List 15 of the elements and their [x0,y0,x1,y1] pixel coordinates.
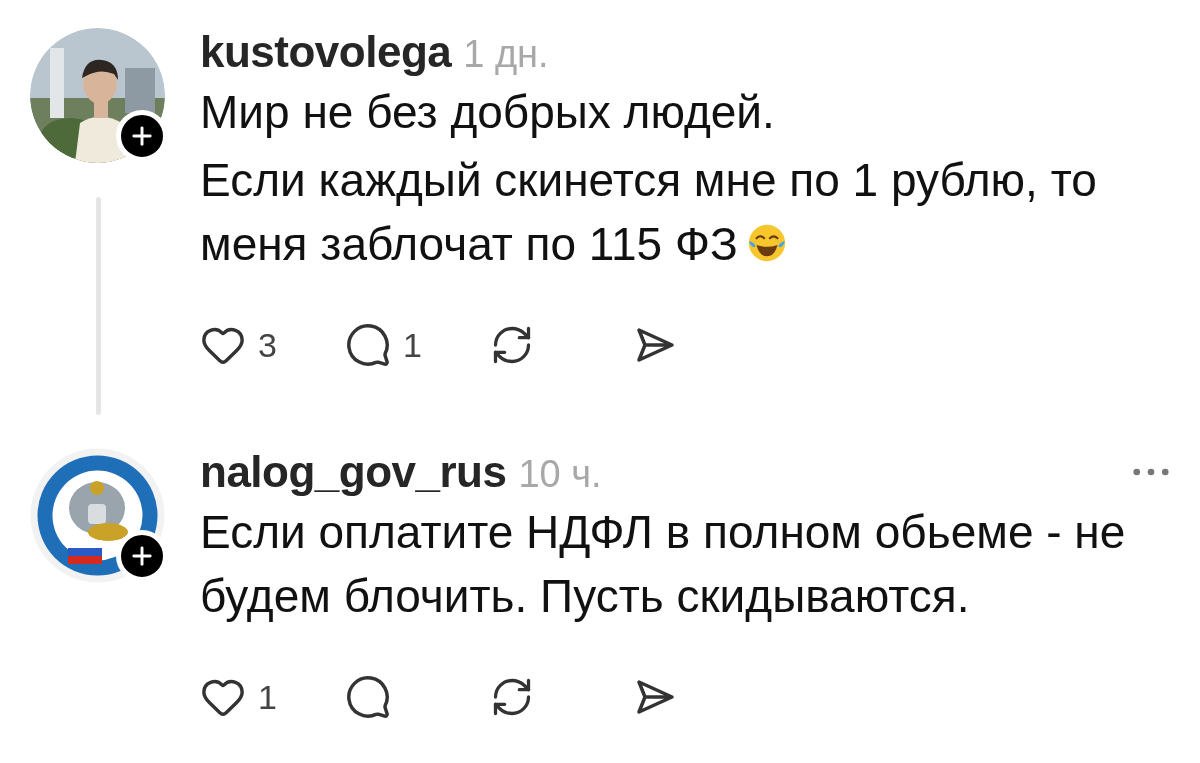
comment-icon[interactable] [345,322,391,368]
comment-text: Мир не без добрых людей. [200,85,776,140]
comment-text: Если оплатите НДФЛ в полном обьеме - не будем блочить. Пусть скидываются. [200,505,1127,624]
like-count: 1 [258,676,277,718]
send-icon[interactable] [635,679,675,715]
comment-text: Если каждый скинется мне по 1 рублю, то меня заблочат по 115 ФЗ [200,153,1098,272]
reply-count: 1 [403,324,422,366]
timestamp: 1 дн. [463,32,549,76]
like-count: 3 [258,324,277,366]
username[interactable]: kustovolega [200,30,452,74]
comment-icon[interactable] [345,674,391,720]
username[interactable]: nalog_gov_rus [200,450,507,494]
send-icon[interactable] [635,327,675,363]
more-options-icon[interactable] [1132,467,1170,477]
timestamp: 10 ч. [518,452,602,496]
